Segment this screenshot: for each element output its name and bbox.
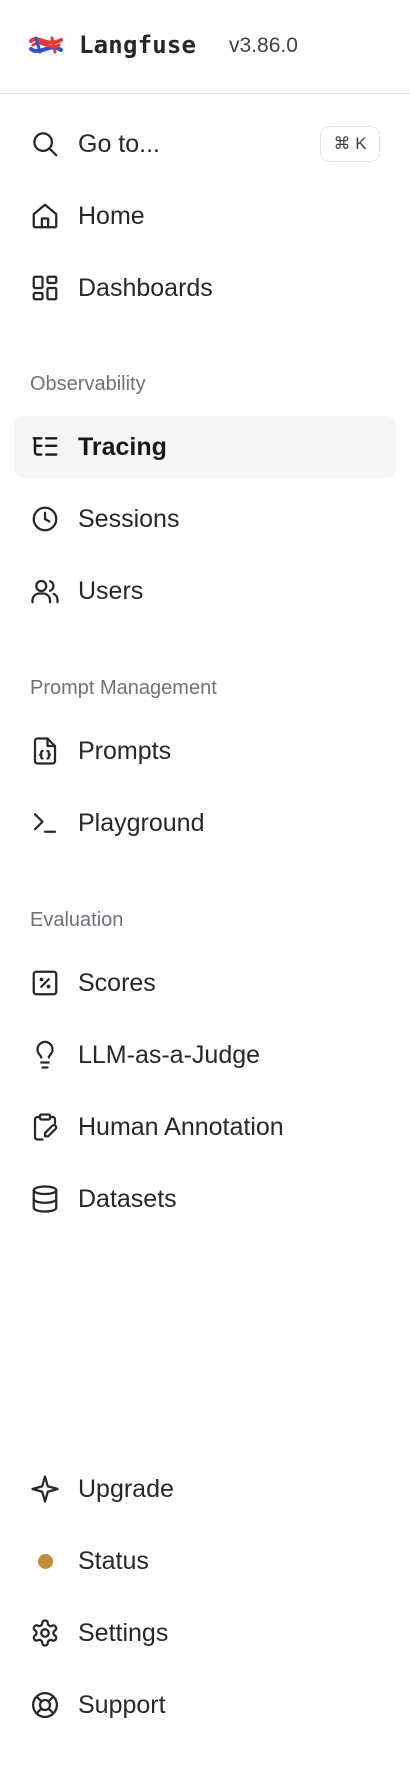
sparkle-icon: [30, 1474, 60, 1504]
nav-item-prompts[interactable]: Prompts: [14, 720, 396, 782]
percent-square-icon: [30, 968, 60, 998]
search-icon: [30, 129, 60, 159]
status-dot-icon: [30, 1546, 60, 1576]
langfuse-logo-icon[interactable]: [28, 32, 64, 58]
nav-item-datasets[interactable]: Datasets: [14, 1168, 396, 1230]
nav-item-home[interactable]: Home: [14, 185, 396, 247]
nav-item-dashboards[interactable]: Dashboards: [14, 257, 396, 319]
dashboard-icon: [30, 273, 60, 303]
status-indicator: [38, 1554, 53, 1569]
gear-icon: [30, 1618, 60, 1648]
list-tree-icon: [30, 432, 60, 462]
home-icon: [30, 201, 60, 231]
nav-item-status[interactable]: Status: [14, 1530, 396, 1592]
goto-search-button[interactable]: Go to... ⌘ K: [14, 113, 396, 175]
section-title-prompt-management: Prompt Management: [30, 677, 217, 699]
shortcut-badge: ⌘ K: [320, 126, 380, 162]
nav-item-settings[interactable]: Settings: [14, 1602, 396, 1664]
database-icon: [30, 1184, 60, 1214]
nav-item-support[interactable]: Support: [14, 1674, 396, 1736]
nav-item-human-annotation[interactable]: Human Annotation: [14, 1096, 396, 1158]
nav-label-tracing: Tracing: [78, 433, 167, 461]
sidebar-header: Langfuse v3.86.0: [0, 0, 410, 94]
section-title-observability: Observability: [30, 373, 146, 395]
nav-label-scores: Scores: [78, 969, 156, 997]
nav-item-scores[interactable]: Scores: [14, 952, 396, 1014]
nav-label-prompts: Prompts: [78, 737, 172, 765]
file-braces-icon: [30, 736, 60, 766]
clipboard-pen-icon: [30, 1112, 60, 1142]
nav-label-datasets: Datasets: [78, 1185, 177, 1213]
nav-item-sessions[interactable]: Sessions: [14, 488, 396, 550]
nav-label-sessions: Sessions: [78, 505, 180, 533]
nav-item-playground[interactable]: Playground: [14, 792, 396, 854]
nav-label-llm-as-a-judge: LLM-as-a-Judge: [78, 1041, 261, 1069]
lightbulb-icon: [30, 1040, 60, 1070]
sidebar: Langfuse v3.86.0 Go to... ⌘ K Home Dashb…: [0, 0, 410, 1776]
nav-item-upgrade[interactable]: Upgrade: [14, 1458, 396, 1520]
nav-label-status: Status: [78, 1547, 149, 1575]
nav-label-dashboards: Dashboards: [78, 274, 213, 302]
nav-label-home: Home: [78, 202, 145, 230]
goto-label: Go to...: [78, 130, 160, 158]
nav-label-human-annotation: Human Annotation: [78, 1113, 284, 1141]
version-label: v3.86.0: [229, 34, 298, 57]
nav-label-users: Users: [78, 577, 144, 605]
nav-label-playground: Playground: [78, 809, 205, 837]
nav-label-settings: Settings: [78, 1619, 169, 1647]
nav-item-llm-as-a-judge[interactable]: LLM-as-a-Judge: [14, 1024, 396, 1086]
clock-icon: [30, 504, 60, 534]
lifebuoy-icon: [30, 1690, 60, 1720]
users-icon: [30, 576, 60, 606]
brand-name[interactable]: Langfuse: [79, 29, 196, 61]
nav-item-tracing[interactable]: Tracing: [14, 416, 396, 478]
nav-item-users[interactable]: Users: [14, 560, 396, 622]
nav-label-upgrade: Upgrade: [78, 1475, 174, 1503]
terminal-icon: [30, 808, 60, 838]
section-title-evaluation: Evaluation: [30, 909, 124, 931]
nav-label-support: Support: [78, 1691, 166, 1719]
